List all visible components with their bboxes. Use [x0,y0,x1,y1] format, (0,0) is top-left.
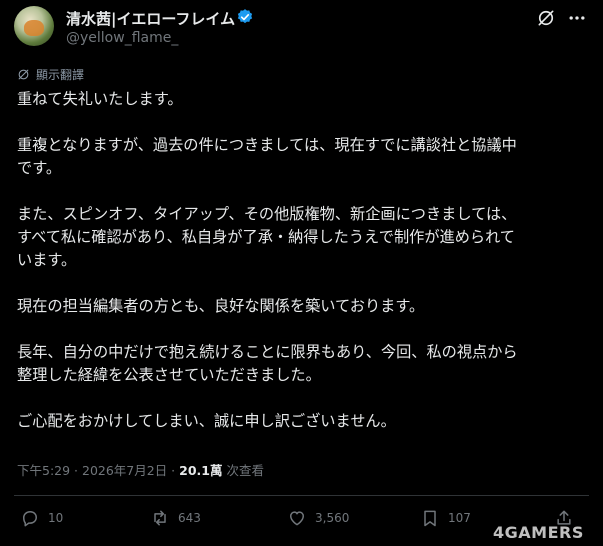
repost-count: 643 [178,511,201,525]
tweet-paragraph: 重ねて失礼いたします。 [17,90,183,108]
tweet-paragraph: ご心配をおかけしてしまい、誠に申し訳ございません。 [17,412,396,430]
divider [14,495,589,496]
reply-button[interactable]: 10 [20,508,63,528]
tweet-paragraph: 現在の担当編集者の方とも、良好な関係を築いております。 [17,297,425,315]
like-button[interactable]: 3,560 [287,508,349,528]
more-icon[interactable] [566,8,588,28]
views-count[interactable]: 20.1萬 [179,463,222,478]
translate-link[interactable]: 顯示翻譯 [17,66,84,82]
timestamp[interactable]: 下午5:29 · 2026年7月2日 · [17,463,179,478]
repost-icon [154,510,166,526]
translate-label[interactable]: 顯示翻譯 [36,66,84,83]
repost-button[interactable]: 643 [150,508,201,528]
like-count: 3,560 [315,511,350,525]
watermark-logo: 4GAMERS [493,523,584,542]
bookmark-count: 107 [448,511,471,525]
tweet-paragraph: 長年、自分の中だけで抱え続けることに限界もあり、今回、私の視点から 整理した経緯… [17,343,518,384]
translate-icon [18,69,29,79]
avatar[interactable] [14,6,54,46]
bookmark-button[interactable]: 107 [420,508,471,528]
bookmark-icon [424,510,436,527]
tweet-header: 清水茜|イエローフレイム @yellow_flame_ [0,0,603,56]
grok-icon[interactable] [536,8,556,28]
author-handle[interactable]: @yellow_flame_ [66,30,178,46]
tweet-body: 重ねて失礼いたします。 重複となりますが、過去の件につきましては、現在すでに講談… [17,88,597,456]
author-display-name[interactable]: 清水茜|イエローフレイム [66,8,235,29]
tweet-meta: 下午5:29 · 2026年7月2日 · 20.1萬 次查看 [17,460,264,479]
tweet-paragraph: また、スピンオフ、タイアップ、その他版権物、新企画につきましては、 すべて私に確… [17,205,517,269]
tweet-paragraph: 重複となりますが、過去の件につきましては、現在すでに講談社と協議中 です。 [17,136,517,177]
reply-count: 10 [48,511,64,525]
verified-icon [237,9,253,24]
reply-icon [23,511,37,527]
views-label: 次查看 [222,463,264,478]
like-icon [290,511,304,526]
